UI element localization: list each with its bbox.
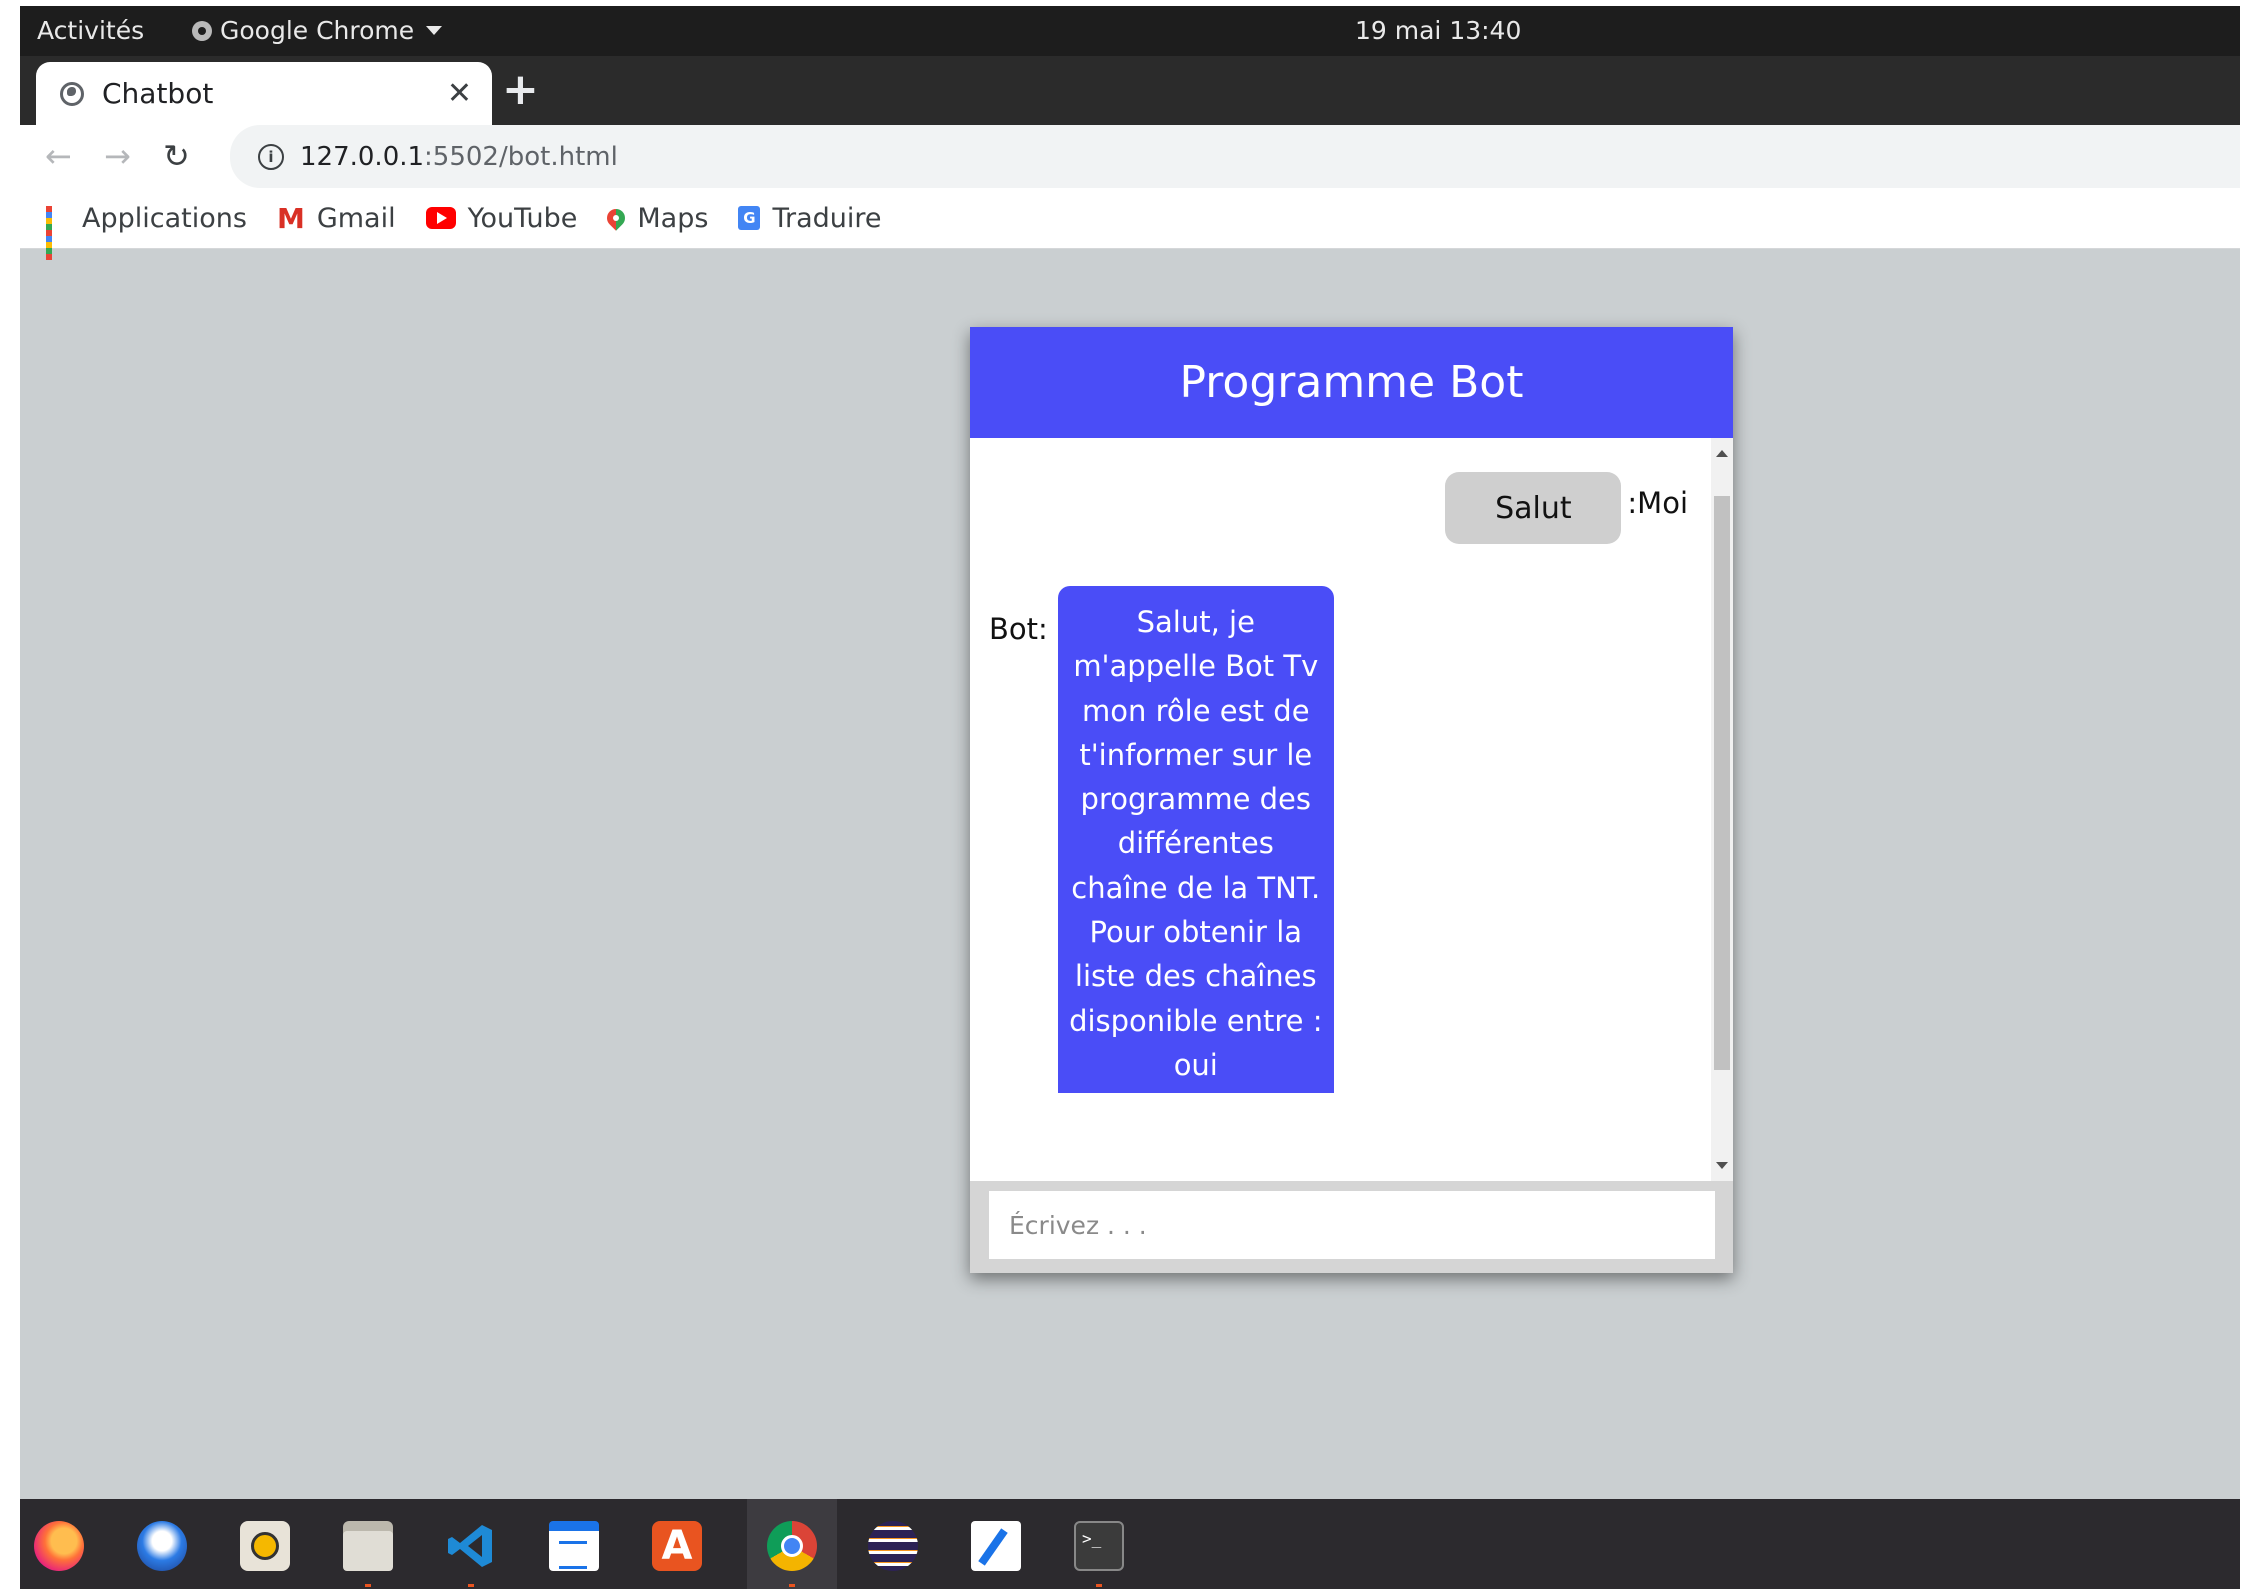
running-indicator [1096,1584,1102,1587]
running-indicator [789,1584,795,1587]
chat-header: Programme Bot [970,327,1733,438]
translate-icon: G [738,206,761,230]
chatbot-window: Programme Bot Salut :Moi Bot: Salut, je … [970,327,1733,1273]
dock-terminal[interactable]: >_ [1066,1513,1132,1587]
close-tab-icon[interactable]: ✕ [447,76,472,111]
vscode-icon [448,1525,492,1567]
youtube-icon [425,207,456,229]
user-message-bubble: Salut [1445,472,1622,544]
dock-rhythmbox[interactable] [232,1513,298,1579]
bookmark-label: Applications [82,202,247,234]
app-menu-label: Google Chrome [220,16,415,45]
chat-messages[interactable]: Salut :Moi Bot: Salut, je m'appelle Bot … [970,438,1733,1181]
running-indicator [365,1584,371,1587]
url-path: :5502/bot.html [424,141,618,172]
app-store-icon: A [652,1521,702,1571]
bot-message-bubble: Salut, je m'appelle Bot Tv mon rôle est … [1057,586,1334,1094]
libreoffice-writer-icon [549,1521,599,1571]
chat-scrollbar[interactable] [1711,438,1733,1181]
tab-title: Chatbot [102,77,214,110]
user-message: Salut :Moi [1445,472,1688,544]
clock[interactable]: 19 mai 13:40 [1355,16,1521,45]
activities-button[interactable]: Activités [37,16,144,45]
scroll-down-icon[interactable] [1716,1162,1728,1169]
caret-down-icon [426,26,443,35]
dock: A >_ [20,1499,2240,1589]
running-indicator [468,1584,474,1587]
message-input[interactable] [989,1191,1715,1259]
dock-app-store[interactable]: A [644,1513,710,1579]
bookmark-label: Maps [637,202,709,234]
navigation-bar: ← → ↻ i 127.0.0.1:5502/bot.html [20,125,2240,188]
chrome-icon [767,1521,817,1571]
tab-chatbot[interactable]: Chatbot ✕ [36,62,492,125]
app-menu[interactable]: Google Chrome [192,16,443,45]
chat-footer [970,1181,1733,1273]
address-bar[interactable]: i 127.0.0.1:5502/bot.html [230,125,2240,188]
bookmark-maps[interactable]: Maps [603,202,709,234]
eclipse-icon [868,1521,918,1571]
desktop: Activités Google Chrome 19 mai 13:40 Cha… [20,6,2240,1589]
tab-strip: Chatbot ✕ + [20,56,2240,125]
site-info-icon[interactable]: i [258,143,284,170]
bot-message: Bot: Salut, je m'appelle Bot Tv mon rôle… [989,586,1334,1094]
thunderbird-icon [137,1521,187,1571]
bookmark-label: Gmail [316,202,396,234]
globe-icon [60,81,84,106]
bot-label: Bot: [989,612,1048,646]
bookmark-traduire[interactable]: G Traduire [738,203,881,234]
maps-pin-icon [603,205,630,231]
dock-writer[interactable] [541,1513,607,1579]
firefox-icon [34,1521,84,1571]
dock-eclipse[interactable] [860,1513,926,1579]
url-host: 127.0.0.1 [300,141,425,172]
scrollbar-thumb[interactable] [1714,496,1730,1070]
rhythmbox-icon [240,1521,290,1571]
gmail-icon: M [276,201,305,235]
bookmark-applications[interactable]: Applications [46,202,247,260]
terminal-icon: >_ [1074,1521,1124,1571]
url-text: 127.0.0.1:5502/bot.html [300,142,618,172]
bookmark-youtube[interactable]: YouTube [425,202,578,234]
bookmark-label: Traduire [772,202,882,234]
back-icon[interactable]: ← [45,137,72,175]
apps-grid-icon [46,206,70,260]
forward-icon[interactable]: → [104,137,131,175]
system-top-bar: Activités Google Chrome 19 mai 13:40 [20,6,2240,56]
dock-files[interactable] [335,1513,401,1587]
dock-firefox[interactable] [26,1513,92,1579]
files-icon [343,1521,393,1571]
user-label: :Moi [1627,486,1688,520]
dock-chrome[interactable] [747,1499,837,1589]
scroll-up-icon[interactable] [1716,450,1728,457]
chat-title: Programme Bot [1179,357,1524,408]
dock-vscode[interactable] [438,1513,504,1587]
bookmark-label: YouTube [467,202,578,234]
bookmarks-bar: Applications M Gmail YouTube Maps G Trad… [20,188,2240,260]
bookmark-gmail[interactable]: M Gmail [277,202,396,235]
chrome-small-icon [192,20,212,41]
text-editor-icon [971,1521,1021,1571]
reload-icon[interactable]: ↻ [163,137,190,175]
new-tab-button[interactable]: + [502,64,539,115]
dock-text-editor[interactable] [963,1513,1029,1579]
dock-thunderbird[interactable] [129,1513,195,1579]
